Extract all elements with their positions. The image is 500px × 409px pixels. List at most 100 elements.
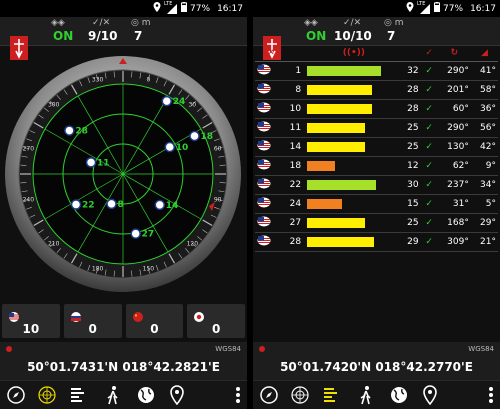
overflow-menu-button[interactable]	[228, 385, 240, 405]
satellite-marker[interactable]: 11	[85, 157, 110, 169]
snr-bar-cell	[303, 61, 402, 81]
snr-col[interactable]: ((•))	[287, 45, 421, 62]
us-flag-icon	[257, 216, 271, 230]
qzss-count: 0	[211, 322, 221, 336]
fix-status: ON	[53, 29, 74, 43]
satellite-marker[interactable]: 10	[164, 141, 188, 154]
prn-cell: 11	[287, 118, 304, 138]
signal-icon: ((•))	[342, 48, 365, 58]
prn-cell: 8	[287, 80, 304, 100]
elevation-icon: ◢	[480, 48, 488, 58]
table-row[interactable]: 1 32 ✓ 290° 41°	[255, 61, 498, 81]
dial-label: 330	[92, 76, 104, 83]
azimuth-col[interactable]: ↻	[437, 45, 471, 62]
sats-in-view: 7	[387, 29, 396, 43]
us-flag-icon	[189, 130, 200, 142]
dial-label: 150	[143, 266, 155, 273]
used-col[interactable]: ✓	[420, 45, 438, 62]
nav-map-button[interactable]	[136, 385, 156, 405]
used-check-icon: ✓	[420, 232, 438, 252]
snr-cell: 12	[401, 156, 421, 176]
elevation-cell: 42°	[470, 137, 498, 157]
used-check-icon: ✓	[420, 80, 438, 100]
table-row[interactable]: 18 12 ✓ 62° 9°	[255, 156, 498, 176]
gps-count-card: 10	[2, 304, 60, 338]
snr-bar	[307, 218, 365, 228]
nav-compass-button[interactable]	[259, 385, 279, 405]
elevation-cell: 58°	[470, 80, 498, 100]
nav-location-button[interactable]	[420, 385, 440, 406]
walker-icon	[360, 386, 371, 405]
nav-map-button[interactable]	[389, 385, 409, 405]
us-flag-icon	[70, 199, 82, 210]
satellite-marker[interactable]: 24	[161, 95, 185, 108]
nav-track-button[interactable]	[103, 385, 123, 405]
flag-cell	[255, 213, 288, 233]
signal-screen: LTE 77% 16:17 ◈◈ ON ✓/✕ 10/10 ◎ m 7 ✕ ((…	[253, 0, 500, 409]
dial-label: 270	[23, 146, 35, 153]
nav-track-button[interactable]	[356, 385, 376, 405]
more-vert-icon	[236, 387, 240, 403]
snr-bar-cell	[303, 80, 402, 100]
check-icon: ✓	[425, 48, 433, 58]
table-row[interactable]: 22 30 ✓ 237° 34°	[255, 175, 498, 195]
datum-label: WGS84	[215, 345, 241, 353]
us-flag-icon	[257, 178, 271, 192]
satellite-marker[interactable]: 27	[130, 228, 154, 240]
altitude-icon: ◎ m	[384, 18, 404, 28]
lte-signal-icon: LTE	[164, 1, 178, 14]
us-flag-icon	[257, 83, 271, 97]
constellation-col[interactable]: ✕	[255, 45, 288, 62]
snr-cell: 28	[401, 80, 421, 100]
table-row[interactable]: 14 25 ✓ 130° 42°	[255, 137, 498, 157]
nav-radar-button[interactable]	[37, 385, 57, 405]
altitude-icon: ◎ m	[131, 18, 151, 28]
lte-signal-icon: LTE	[417, 1, 431, 14]
nav-signal-button[interactable]	[68, 385, 88, 405]
dial-label: 240	[23, 196, 35, 203]
radar-screen: LTE 77% 16:17 ◈◈ ON ✓/✕ 9/10 ◎ m 7 0 30 …	[0, 0, 247, 409]
snr-bar-cell	[303, 118, 402, 138]
snr-bar	[307, 180, 377, 190]
nav-signal-button[interactable]	[321, 385, 341, 405]
snr-bar-cell	[303, 99, 402, 119]
nav-location-button[interactable]	[167, 385, 187, 406]
table-row[interactable]: 27 25 ✓ 168° 29°	[255, 213, 498, 233]
location-icon	[406, 2, 414, 15]
azimuth-cell: 60°	[437, 99, 471, 119]
table-row[interactable]: 11 25 ✓ 290° 56°	[255, 118, 498, 138]
beidou-count-card: 0	[125, 304, 184, 338]
table-row[interactable]: 10 28 ✓ 60° 36°	[255, 99, 498, 119]
satellite-marker[interactable]: 18	[189, 130, 213, 142]
snr-cell: 25	[401, 137, 421, 157]
nav-compass-button[interactable]	[6, 385, 26, 405]
location-icon	[153, 2, 161, 15]
dial-label: 60	[214, 146, 222, 153]
overflow-menu-button[interactable]	[481, 385, 493, 405]
dial-label: 30	[188, 102, 196, 109]
flag-cell	[255, 80, 288, 100]
location-status-icon	[6, 346, 12, 352]
snr-bar-cell	[303, 175, 402, 195]
table-row[interactable]: 28 29 ✓ 309° 21°	[255, 232, 498, 252]
prn-cell: 22	[287, 175, 304, 195]
satellite-icon: ✕	[267, 48, 275, 58]
elevation-col[interactable]: ◢	[470, 45, 498, 62]
pin-icon	[423, 385, 437, 406]
us-flag-icon	[106, 198, 117, 210]
us-flag-icon	[161, 95, 173, 107]
used-check-icon: ✓	[420, 175, 438, 195]
glonass-count-card: 0	[63, 304, 122, 338]
satellite-marker[interactable]: 28	[64, 125, 88, 137]
table-row[interactable]: 8 28 ✓ 201° 58°	[255, 80, 498, 100]
table-row[interactable]: 24 15 ✓ 31° 5°	[255, 194, 498, 214]
satellite-marker[interactable]: 22	[70, 199, 95, 211]
elevation-cell: 5°	[470, 194, 498, 214]
location-status-icon	[259, 346, 265, 352]
snr-bar-cell	[303, 137, 402, 157]
us-flag-icon	[164, 141, 176, 153]
flag-cell	[255, 175, 288, 195]
satellite-marker[interactable]: 14	[154, 199, 178, 211]
nav-radar-button[interactable]	[290, 385, 310, 405]
azimuth-cell: 130°	[437, 137, 471, 157]
